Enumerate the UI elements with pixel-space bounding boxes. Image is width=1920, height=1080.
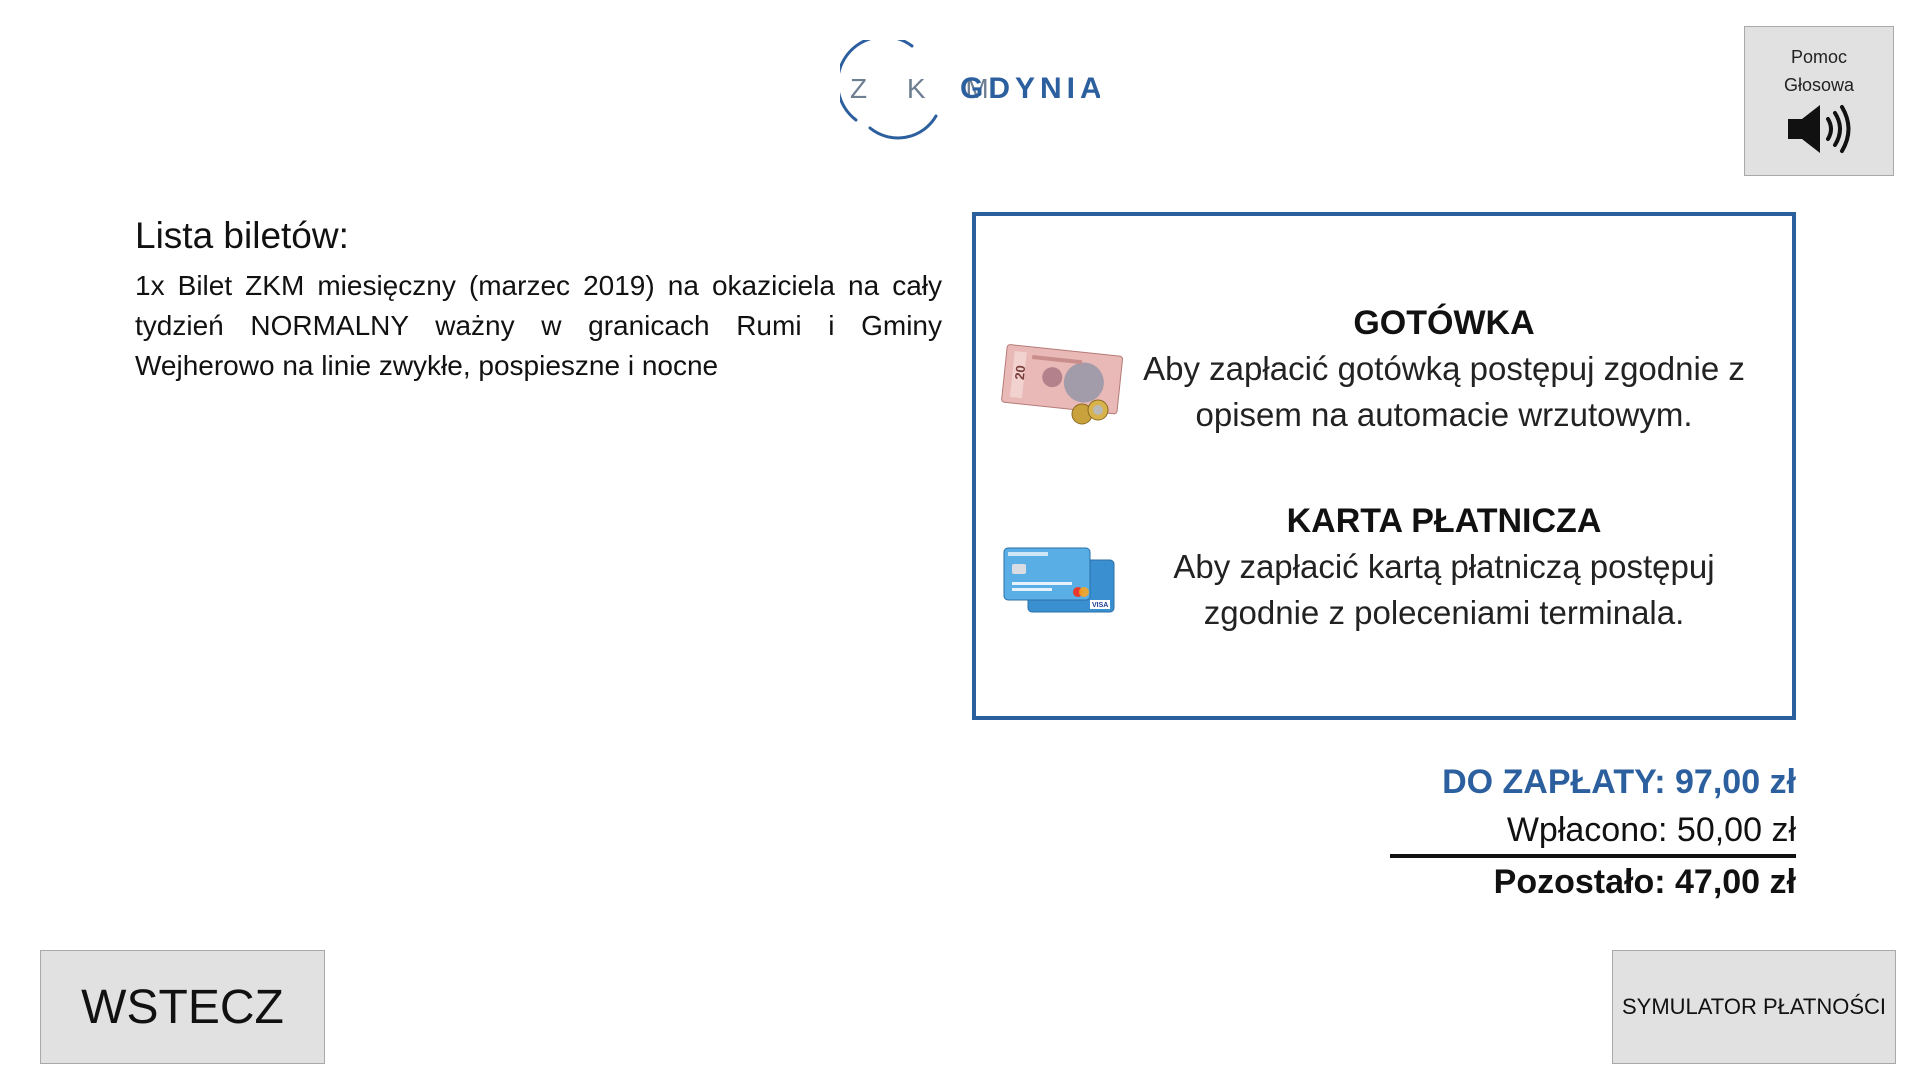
ticket-item: 1x Bilet ZKM miesięczny (marzec 2019) na… [135,270,942,381]
payment-simulator-button[interactable]: SYMULATOR PŁATNOŚCI [1612,950,1896,1064]
amount-paid: Wpłacono: 50,00 zł [1390,806,1796,858]
payment-methods-panel: 20 GOTÓWKA Aby zapłacić gotówką postępuj… [972,212,1796,720]
speaker-icon [1788,105,1851,153]
ticket-list: Lista biletów: 1x Bilet ZKM miesięczny (… [135,212,942,386]
card-payment-description: Aby zapłacić kartą płatniczą postępuj zg… [1173,548,1715,631]
banknote-coins-icon: 20 [1001,344,1124,425]
cash-payment-text: GOTÓWKA Aby zapłacić gotówką postępuj zg… [1124,300,1764,438]
svg-text:20: 20 [1012,365,1028,381]
amount-remaining: Pozostało: 47,00 zł [1493,863,1796,901]
card-payment-text: KARTA PŁATNICZA Aby zapłacić kartą płatn… [1124,498,1764,636]
svg-text:VISA: VISA [1092,602,1108,609]
zkm-gdynia-logo: Z K M GDYNIA [840,40,1100,140]
ticket-payment-screen: Z K M GDYNIA Pomoc Głosowa Lista biletów… [0,0,1920,1080]
voice-help-button[interactable]: Pomoc Głosowa [1744,26,1894,176]
logo-right-text: GDYNIA [960,72,1100,105]
card-payment-title: KARTA PŁATNICZA [1286,502,1602,540]
back-button[interactable]: WSTECZ [40,950,325,1064]
ticket-list-heading: Lista biletów: [135,215,349,256]
payment-totals: DO ZAPŁATY: 97,00 zł Wpłacono: 50,00 zł … [1390,758,1796,906]
cash-payment-description: Aby zapłacić gotówką postępuj zgodnie z … [1143,350,1745,433]
amount-due: DO ZAPŁATY: 97,00 zł [1442,763,1796,801]
payment-cards-icon: VISA [1003,547,1115,613]
cash-payment-title: GOTÓWKA [1353,304,1535,342]
voice-help-label: Pomoc Głosowa [1783,47,1855,95]
